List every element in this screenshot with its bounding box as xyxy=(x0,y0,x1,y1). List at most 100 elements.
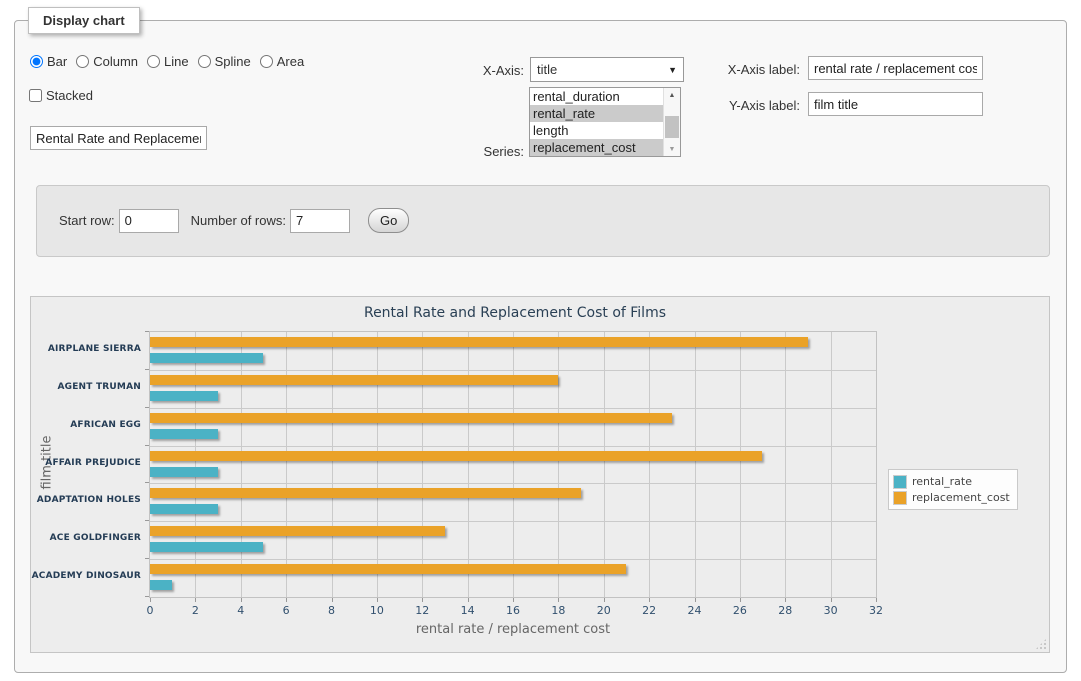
y-axis-tick xyxy=(145,407,149,408)
series-scrollbar[interactable]: ▲ ▼ xyxy=(663,88,680,156)
series-option-replacement_cost[interactable]: replacement_cost xyxy=(530,139,663,156)
stacked-option[interactable]: Stacked xyxy=(29,88,93,103)
gridline-vertical xyxy=(785,332,786,597)
x-axis-tick xyxy=(649,598,650,602)
stacked-checkbox[interactable] xyxy=(29,89,42,102)
scroll-up-icon[interactable]: ▲ xyxy=(664,88,680,102)
y-axis-tick xyxy=(145,369,149,370)
gridline-vertical xyxy=(604,332,605,597)
gridline-vertical xyxy=(649,332,650,597)
num-rows-label: Number of rows: xyxy=(191,213,286,228)
chart-type-option-column[interactable]: Column xyxy=(76,54,138,69)
x-axis-tick xyxy=(286,598,287,602)
chart-type-option-spline[interactable]: Spline xyxy=(198,54,251,69)
x-axis-tick-label: 16 xyxy=(495,604,531,617)
x-axis-tick-label: 22 xyxy=(631,604,667,617)
x-axis-tick xyxy=(876,598,877,602)
chart-type-radio-area[interactable] xyxy=(260,55,273,68)
x-axis-tick-label: 12 xyxy=(404,604,440,617)
category-label: AFFAIR PREJUDICE xyxy=(31,458,141,468)
y-axis-label-input[interactable] xyxy=(808,92,983,116)
resize-handle-icon[interactable] xyxy=(1035,638,1047,650)
series-listbox[interactable]: rental_durationrental_ratelengthreplacem… xyxy=(529,87,681,157)
bar-rental_rate-2 xyxy=(150,429,218,439)
chart-type-option-area[interactable]: Area xyxy=(260,54,304,69)
bar-rental_rate-0 xyxy=(150,353,263,363)
x-axis-selected-value: title xyxy=(537,62,557,77)
y-axis-tick xyxy=(145,482,149,483)
category-label: AFRICAN EGG xyxy=(31,420,141,430)
chart-type-radio-bar[interactable] xyxy=(30,55,43,68)
scrollbar-thumb[interactable] xyxy=(665,116,679,138)
chart-title-input[interactable] xyxy=(30,126,207,150)
row-range-panel: Start row: Number of rows: Go xyxy=(36,185,1050,257)
chart-x-axis-title: rental rate / replacement cost xyxy=(149,622,877,637)
x-axis-tick-label: 8 xyxy=(314,604,350,617)
bar-rental_rate-3 xyxy=(150,467,218,477)
chart-type-option-line[interactable]: Line xyxy=(147,54,189,69)
gridline-horizontal xyxy=(150,408,876,409)
chart-type-label: Spline xyxy=(215,54,251,69)
category-label: AGENT TRUMAN xyxy=(31,382,141,392)
category-label: AIRPLANE SIERRA xyxy=(31,344,141,354)
y-axis-label-caption: Y-Axis label: xyxy=(722,98,800,113)
series-option-rental_duration[interactable]: rental_duration xyxy=(530,88,663,105)
x-axis-label-input[interactable] xyxy=(808,56,983,80)
category-label: ACE GOLDFINGER xyxy=(31,533,141,543)
chevron-down-icon: ▼ xyxy=(668,65,677,75)
chart-type-label: Line xyxy=(164,54,189,69)
scroll-down-icon[interactable]: ▼ xyxy=(664,142,680,156)
x-axis-tick-label: 4 xyxy=(223,604,259,617)
go-button[interactable]: Go xyxy=(368,208,409,233)
series-option-rental_rate[interactable]: rental_rate xyxy=(530,105,663,122)
x-axis-tick-label: 24 xyxy=(677,604,713,617)
x-axis-tick xyxy=(785,598,786,602)
series-option-length[interactable]: length xyxy=(530,122,663,139)
chart-type-radio-column[interactable] xyxy=(76,55,89,68)
y-axis-tick xyxy=(145,331,149,332)
legend-item-rental_rate: rental_rate xyxy=(893,474,1010,489)
num-rows-input[interactable] xyxy=(290,209,350,233)
x-axis-tick xyxy=(831,598,832,602)
page: Display chart Bar Column Line Spline Are… xyxy=(0,0,1081,681)
start-row-input[interactable] xyxy=(119,209,179,233)
gridline-vertical xyxy=(695,332,696,597)
bar-rental_rate-1 xyxy=(150,391,218,401)
chart-type-radio-spline[interactable] xyxy=(198,55,211,68)
x-axis-tick-label: 14 xyxy=(450,604,486,617)
chart-legend-rows: rental_rate replacement_cost xyxy=(893,474,1010,505)
gridline-vertical xyxy=(332,332,333,597)
chart-type-label: Area xyxy=(277,54,304,69)
x-axis-tick xyxy=(740,598,741,602)
x-axis-select[interactable]: title ▼ xyxy=(530,57,684,82)
chart-type-option-bar[interactable]: Bar xyxy=(30,54,67,69)
stacked-label: Stacked xyxy=(46,88,93,103)
legend-swatch xyxy=(893,491,907,505)
chart-type-label: Column xyxy=(93,54,138,69)
x-axis-tick-label: 28 xyxy=(767,604,803,617)
gridline-horizontal xyxy=(150,483,876,484)
bar-replacement_cost-0 xyxy=(150,337,808,347)
x-axis-tick xyxy=(422,598,423,602)
category-label: ADAPTATION HOLES xyxy=(31,495,141,505)
legend-item-replacement_cost: replacement_cost xyxy=(893,490,1010,505)
x-axis-tick xyxy=(332,598,333,602)
x-axis-tick xyxy=(558,598,559,602)
x-axis-tick-label: 10 xyxy=(359,604,395,617)
gridline-vertical xyxy=(195,332,196,597)
chart-plot-area xyxy=(149,331,877,598)
category-label: ACADEMY DINOSAUR xyxy=(31,571,141,581)
chart-type-radio-line[interactable] xyxy=(147,55,160,68)
legend-label: rental_rate xyxy=(912,475,972,488)
gridline-vertical xyxy=(422,332,423,597)
bar-replacement_cost-6 xyxy=(150,564,626,574)
series-list-label: Series: xyxy=(466,144,524,159)
bar-replacement_cost-3 xyxy=(150,451,762,461)
chart-type-label: Bar xyxy=(47,54,67,69)
y-axis-tick xyxy=(145,520,149,521)
x-axis-tick xyxy=(513,598,514,602)
chart-container: Rental Rate and Replacement Cost of Film… xyxy=(30,296,1050,653)
start-row-label: Start row: xyxy=(59,213,115,228)
gridline-vertical xyxy=(831,332,832,597)
y-axis-tick xyxy=(145,596,149,597)
